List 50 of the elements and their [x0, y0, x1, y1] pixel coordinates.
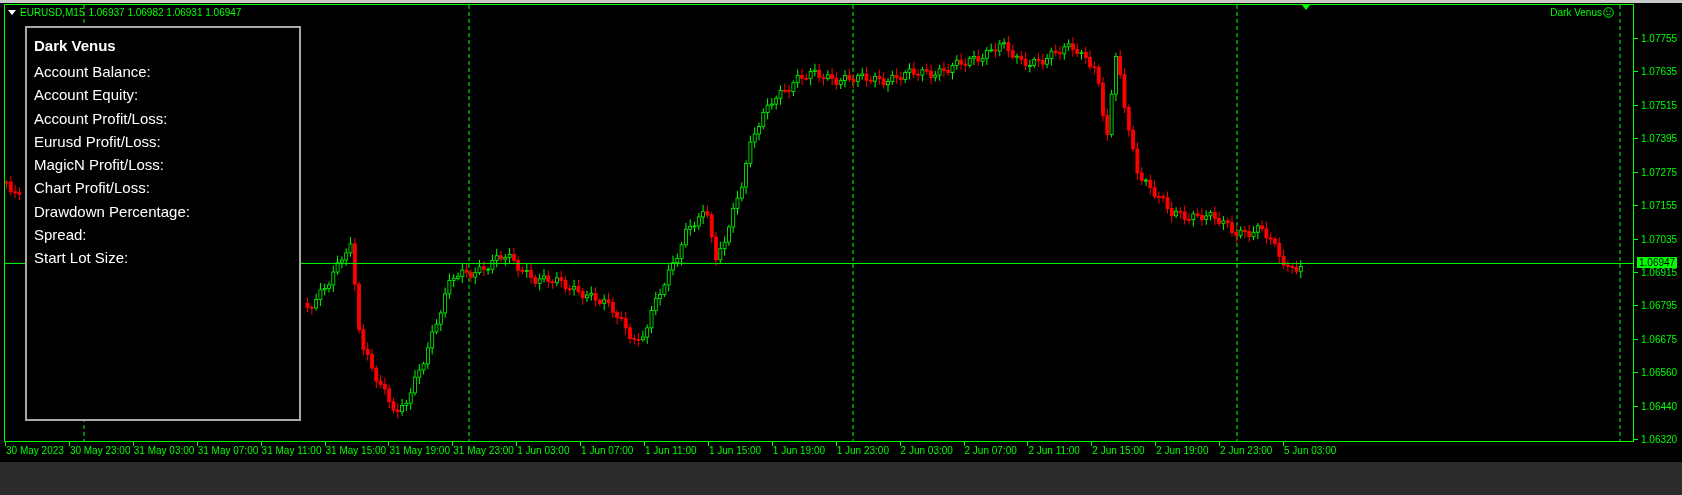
symbol-label: EURUSD,M15: [20, 7, 85, 18]
price-label: 1.07755: [1641, 33, 1678, 44]
time-label: 2 Jun 15:00: [1092, 445, 1145, 457]
info-label: Drawdown Percentage:: [34, 201, 190, 222]
info-label: Account Equity:: [34, 85, 139, 106]
time-label: 1 Jun 11:00: [645, 445, 697, 457]
time-label: 31 May 15:00: [325, 445, 387, 457]
time-label: 1 Jun 19:00: [772, 445, 826, 457]
smiley-icon[interactable]: [1603, 7, 1614, 18]
time-label: 31 May 03:00: [133, 445, 195, 457]
time-label: 31 May 07:00: [197, 445, 259, 457]
price-label: 1.07275: [1641, 166, 1678, 178]
ohlc-values: 1.06937 1.06982 1.06931 1.06947: [88, 7, 242, 18]
time-label: 1 Jun 03:00: [517, 445, 570, 457]
price-label: 1.07035: [1641, 233, 1678, 245]
time-label: 31 May 23:00: [453, 445, 514, 457]
dropdown-icon[interactable]: [8, 10, 16, 15]
info-label: Account Balance:: [34, 62, 151, 82]
time-label: 1 Jun 23:00: [836, 445, 889, 457]
time-label: 31 May 11:00: [261, 445, 322, 457]
info-label: MagicN Profit/Loss:: [34, 155, 165, 176]
price-label: 1.07635: [1641, 66, 1678, 78]
price-label: 1.07515: [1641, 99, 1678, 111]
info-label: Start Lot Size:: [34, 248, 129, 269]
price-label: 1.06675: [1641, 333, 1678, 345]
time-label: 2 Jun 07:00: [964, 445, 1017, 457]
info-label: Eurusd Profit/Loss:: [34, 131, 161, 152]
price-label: 1.06795: [1641, 300, 1678, 312]
panel-title: Dark Venus: [34, 36, 116, 56]
time-label: 5 Jun 03:00: [1284, 445, 1337, 457]
info-label: Spread:: [34, 225, 87, 246]
expert-name: Dark Venus: [1550, 7, 1602, 18]
time-label: 2 Jun 11:00: [1028, 445, 1080, 457]
time-label: 1 Jun 07:00: [581, 445, 634, 457]
price-label: 1.06915: [1641, 266, 1678, 278]
price-label: 1.07155: [1641, 200, 1678, 212]
time-label: 31 May 19:00: [389, 445, 450, 457]
time-label: 2 Jun 03:00: [900, 445, 953, 457]
time-label: 2 Jun 19:00: [1156, 445, 1209, 457]
price-label: 1.06320: [1641, 434, 1678, 446]
info-label: Account Profit/Loss:: [34, 108, 168, 129]
current-price-label: 1.06947: [1637, 257, 1678, 269]
price-label: 1.07395: [1641, 133, 1678, 145]
time-label: 30 May 2023: [6, 445, 64, 457]
time-label: 30 May 23:00: [69, 445, 131, 457]
price-label: 1.06440: [1641, 400, 1678, 412]
price-label: 1.06560: [1641, 367, 1678, 379]
time-label: 2 Jun 23:00: [1220, 445, 1273, 457]
time-label: 1 Jun 15:00: [708, 445, 762, 457]
info-label: Chart Profit/Loss:: [34, 178, 150, 199]
